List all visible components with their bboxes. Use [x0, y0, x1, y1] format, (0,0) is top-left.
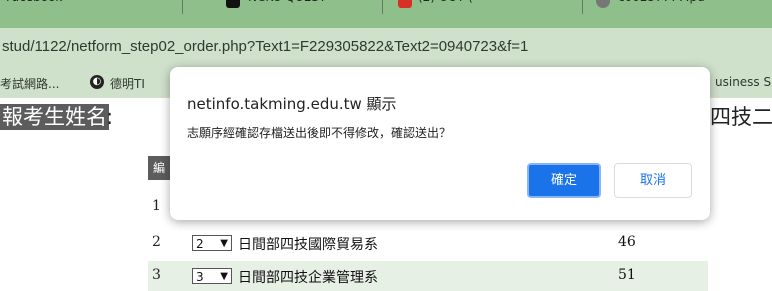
- choice-select[interactable]: 2 ▼: [192, 235, 232, 251]
- tab-quest[interactable]: NCKU QUEST: [248, 0, 326, 10]
- department-name: 日間部四技國際貿易系: [238, 237, 378, 253]
- confirm-dialog: netinfo.takming.edu.tw 顯示 志願序經確認存檔送出後即不得…: [170, 67, 710, 220]
- tab-strip: Facebook NCKU QUEST (2) OUT ( c00237777.…: [0, 0, 772, 28]
- chevron-down-icon: ▼: [220, 271, 228, 282]
- tab-separator: [182, 0, 183, 14]
- score-value: 51: [618, 267, 636, 283]
- bookmark-item[interactable]: 考試網路...: [0, 75, 59, 92]
- tab-favicon-icon: [596, 0, 610, 8]
- cancel-button[interactable]: 取消: [614, 163, 692, 198]
- row-number: 2: [152, 234, 161, 250]
- applicant-name-label: 報考生姓名: [0, 104, 109, 130]
- url-field[interactable]: stud/1122/netform_step02_order.php?Text1…: [2, 38, 528, 55]
- dialog-message: 志願序經確認存檔送出後即不得修改，確認送出？: [187, 126, 452, 140]
- tab-favicon-icon: [398, 0, 412, 8]
- tab-separator: [582, 0, 583, 14]
- dialog-title: netinfo.takming.edu.tw 顯示: [187, 95, 397, 113]
- department-name: 日間部四技企業管理系: [238, 270, 378, 286]
- tab-facebook[interactable]: Facebook: [6, 0, 62, 10]
- exam-type-heading: 四技二: [710, 105, 772, 129]
- bookmark-item[interactable]: 德明TI: [110, 75, 145, 92]
- ok-button[interactable]: 確定: [527, 163, 601, 198]
- table-row: 2 2 ▼ 日間部四技國際貿易系 46: [148, 228, 708, 258]
- table-header-cell: 編: [148, 156, 170, 180]
- tab-separator: [382, 0, 383, 14]
- choice-value: 2: [196, 237, 204, 251]
- address-bar: stud/1122/netform_step02_order.php?Text1…: [0, 28, 772, 68]
- row-number: 3: [152, 267, 161, 283]
- choice-select[interactable]: 3 ▼: [192, 268, 232, 284]
- name-colon: :: [106, 105, 114, 129]
- tab-out[interactable]: (2) OUT (: [418, 0, 473, 10]
- row-number: 1: [152, 198, 161, 214]
- score-value: 46: [618, 234, 636, 250]
- tab-pdf[interactable]: c00237777.pd: [618, 0, 705, 10]
- tab-favicon-icon: [226, 0, 240, 8]
- chevron-down-icon: ▼: [220, 238, 228, 249]
- choice-value: 3: [196, 270, 204, 284]
- bookmark-item[interactable]: usiness S: [715, 75, 771, 89]
- globe-icon: ◐: [90, 75, 104, 89]
- table-row: 3 3 ▼ 日間部四技企業管理系 51: [148, 261, 708, 291]
